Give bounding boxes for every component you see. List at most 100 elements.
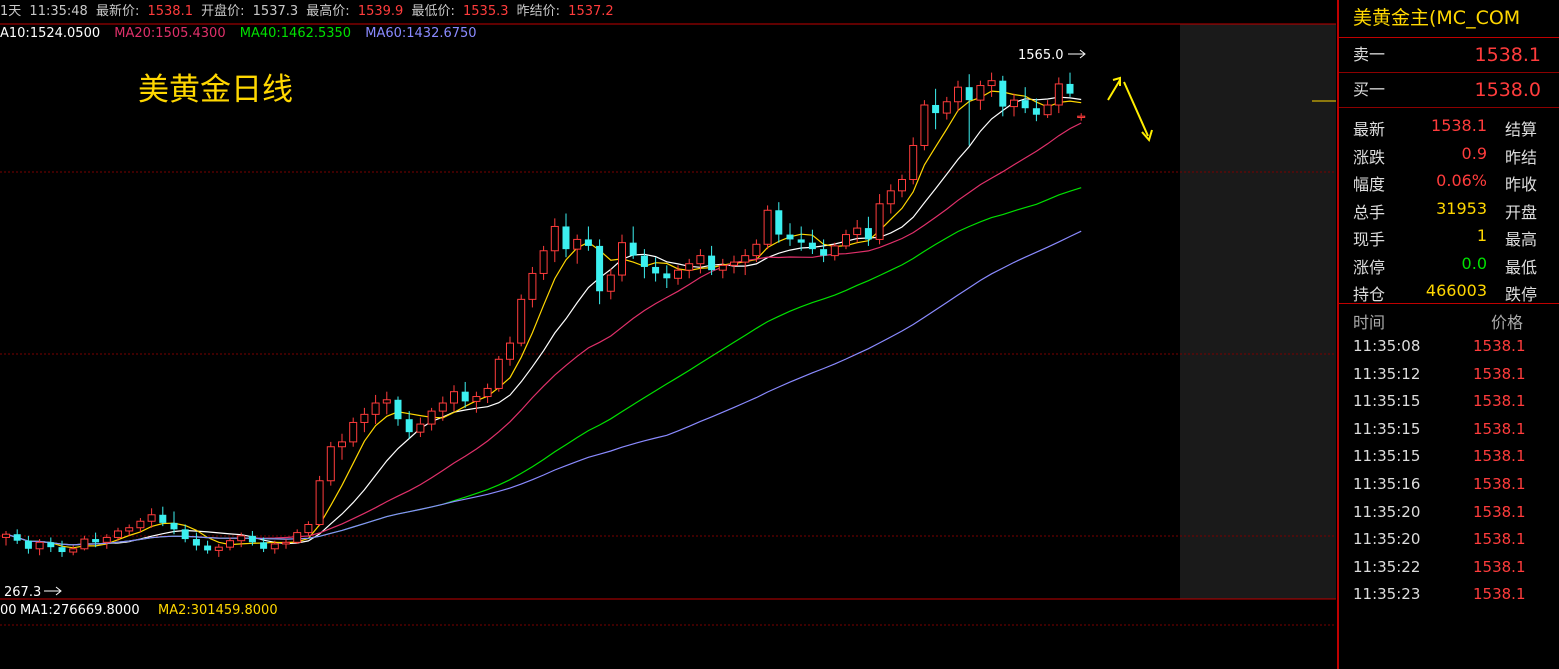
candle-body [2,533,10,538]
candle [1021,87,1029,114]
tick-row: 11:35:22 1538.1 [1339,555,1559,583]
candle [842,229,850,250]
tick-row: 11:35:08 1538.1 [1339,334,1559,362]
candle-body [360,413,369,423]
stats-table: 最新 1538.1 结算 涨跌 0.9 昨结 幅度 0.06% 昨收 总手 31953 开盘 现… [1339,108,1559,304]
candle-body [528,272,537,300]
candle [573,234,582,264]
tick-price: 1538.1 [1473,364,1526,383]
panel-title[interactable]: 美黄金主(MC_COM [1339,0,1559,38]
candle-body [864,228,872,240]
candle-body [69,548,78,553]
stats-row: 涨跌 0.9 昨结 [1339,140,1559,168]
candle-body [438,402,447,412]
stat-label: 涨跌 [1353,147,1386,167]
candle [338,433,346,460]
candle-body [987,80,996,87]
candle [293,529,302,544]
ticks-header: 时间 价格 [1339,304,1559,334]
bid-label: 买一 [1353,80,1386,99]
candle [730,255,738,274]
candle [24,535,32,554]
candle [741,249,750,276]
tick-time: 11:35:08 [1353,337,1421,355]
candle [539,245,548,280]
stat-value: 0.06% [1436,171,1487,190]
candle-body [260,542,268,549]
tick-row: 11:35:23 1538.1 [1339,582,1559,610]
candle-body [80,538,89,550]
bid-row: 买一 1538.0 [1339,73,1559,108]
candle [1032,98,1040,122]
ticks-price-header: 价格 [1491,313,1524,332]
stat-value: 0.9 [1461,143,1487,163]
tick-time: 11:35:23 [1353,585,1421,604]
candle [629,226,637,259]
candle-body [58,547,66,553]
candle [214,543,223,557]
candle-body [13,534,21,541]
tick-time: 11:35:20 [1353,530,1421,549]
candle [282,539,290,549]
candle-body [820,249,828,256]
candle [80,535,89,551]
candle [528,266,537,308]
candle [786,223,794,246]
stat-label: 幅度 [1353,175,1386,194]
up-arrow-annotation [1107,76,1121,101]
low-marker-label: 267.3 [4,585,41,600]
candle [405,411,413,439]
candle [47,537,55,553]
candle-body [326,446,335,482]
candle [1010,93,1018,117]
candle-body [214,546,223,551]
candlestick-chart[interactable]: 美黄金日线 1565.0 267.3 00 MA1:276669.8000 MA… [0,0,1336,669]
candle [718,258,727,279]
candle-body [976,85,985,101]
candle [909,137,918,185]
stats-row: 最新 1538.1 结算 [1339,112,1559,140]
tick-time: 11:35:22 [1353,557,1421,576]
candle-body [786,234,794,240]
ask-row: 卖一 1538.1 [1339,38,1559,73]
ticks-list[interactable]: 11:35:08 1538.1 11:35:12 1538.1 11:35:15 15… [1339,334,1559,610]
candle-body [685,263,694,271]
tick-time: 11:35:20 [1353,502,1421,521]
candle [204,540,212,554]
candle-body [427,410,436,425]
candle [652,257,660,282]
candle [371,394,380,425]
candle-body [35,541,44,550]
ask-label: 卖一 [1353,45,1386,64]
tick-time: 11:35:16 [1353,474,1421,493]
candle [875,194,884,245]
stat-right-label: 最高 [1505,230,1538,249]
candle [808,229,816,254]
candle [976,80,985,110]
stats-row: 持仓 466003 跌停 [1339,277,1559,305]
candle-body [763,209,772,245]
quote-panel: 美黄金主(MC_COM 卖一 1538.1 买一 1538.0 最新 1538.1… [1337,0,1559,669]
candle-body [898,178,906,192]
tick-time: 11:35:15 [1353,447,1421,466]
tick-price: 1538.1 [1473,392,1526,411]
candle [58,540,66,557]
tick-row: 11:35:15 1538.1 [1339,389,1559,417]
candle-body [181,529,189,540]
candle [461,381,469,408]
candle-body [696,255,705,265]
candle-body [584,239,592,246]
candle [2,530,10,546]
candle-body [204,545,212,551]
high-marker-label: 1565.0 [1018,48,1064,63]
candle [763,205,772,250]
candle [550,218,559,263]
stat-right-label: 最低 [1505,257,1538,277]
candle-body [159,514,167,523]
candle-body [371,402,380,415]
candle-body [618,242,626,276]
candle-body [147,514,156,522]
candle-body [450,391,458,404]
candle-body [304,523,313,534]
candle-body [102,536,111,543]
